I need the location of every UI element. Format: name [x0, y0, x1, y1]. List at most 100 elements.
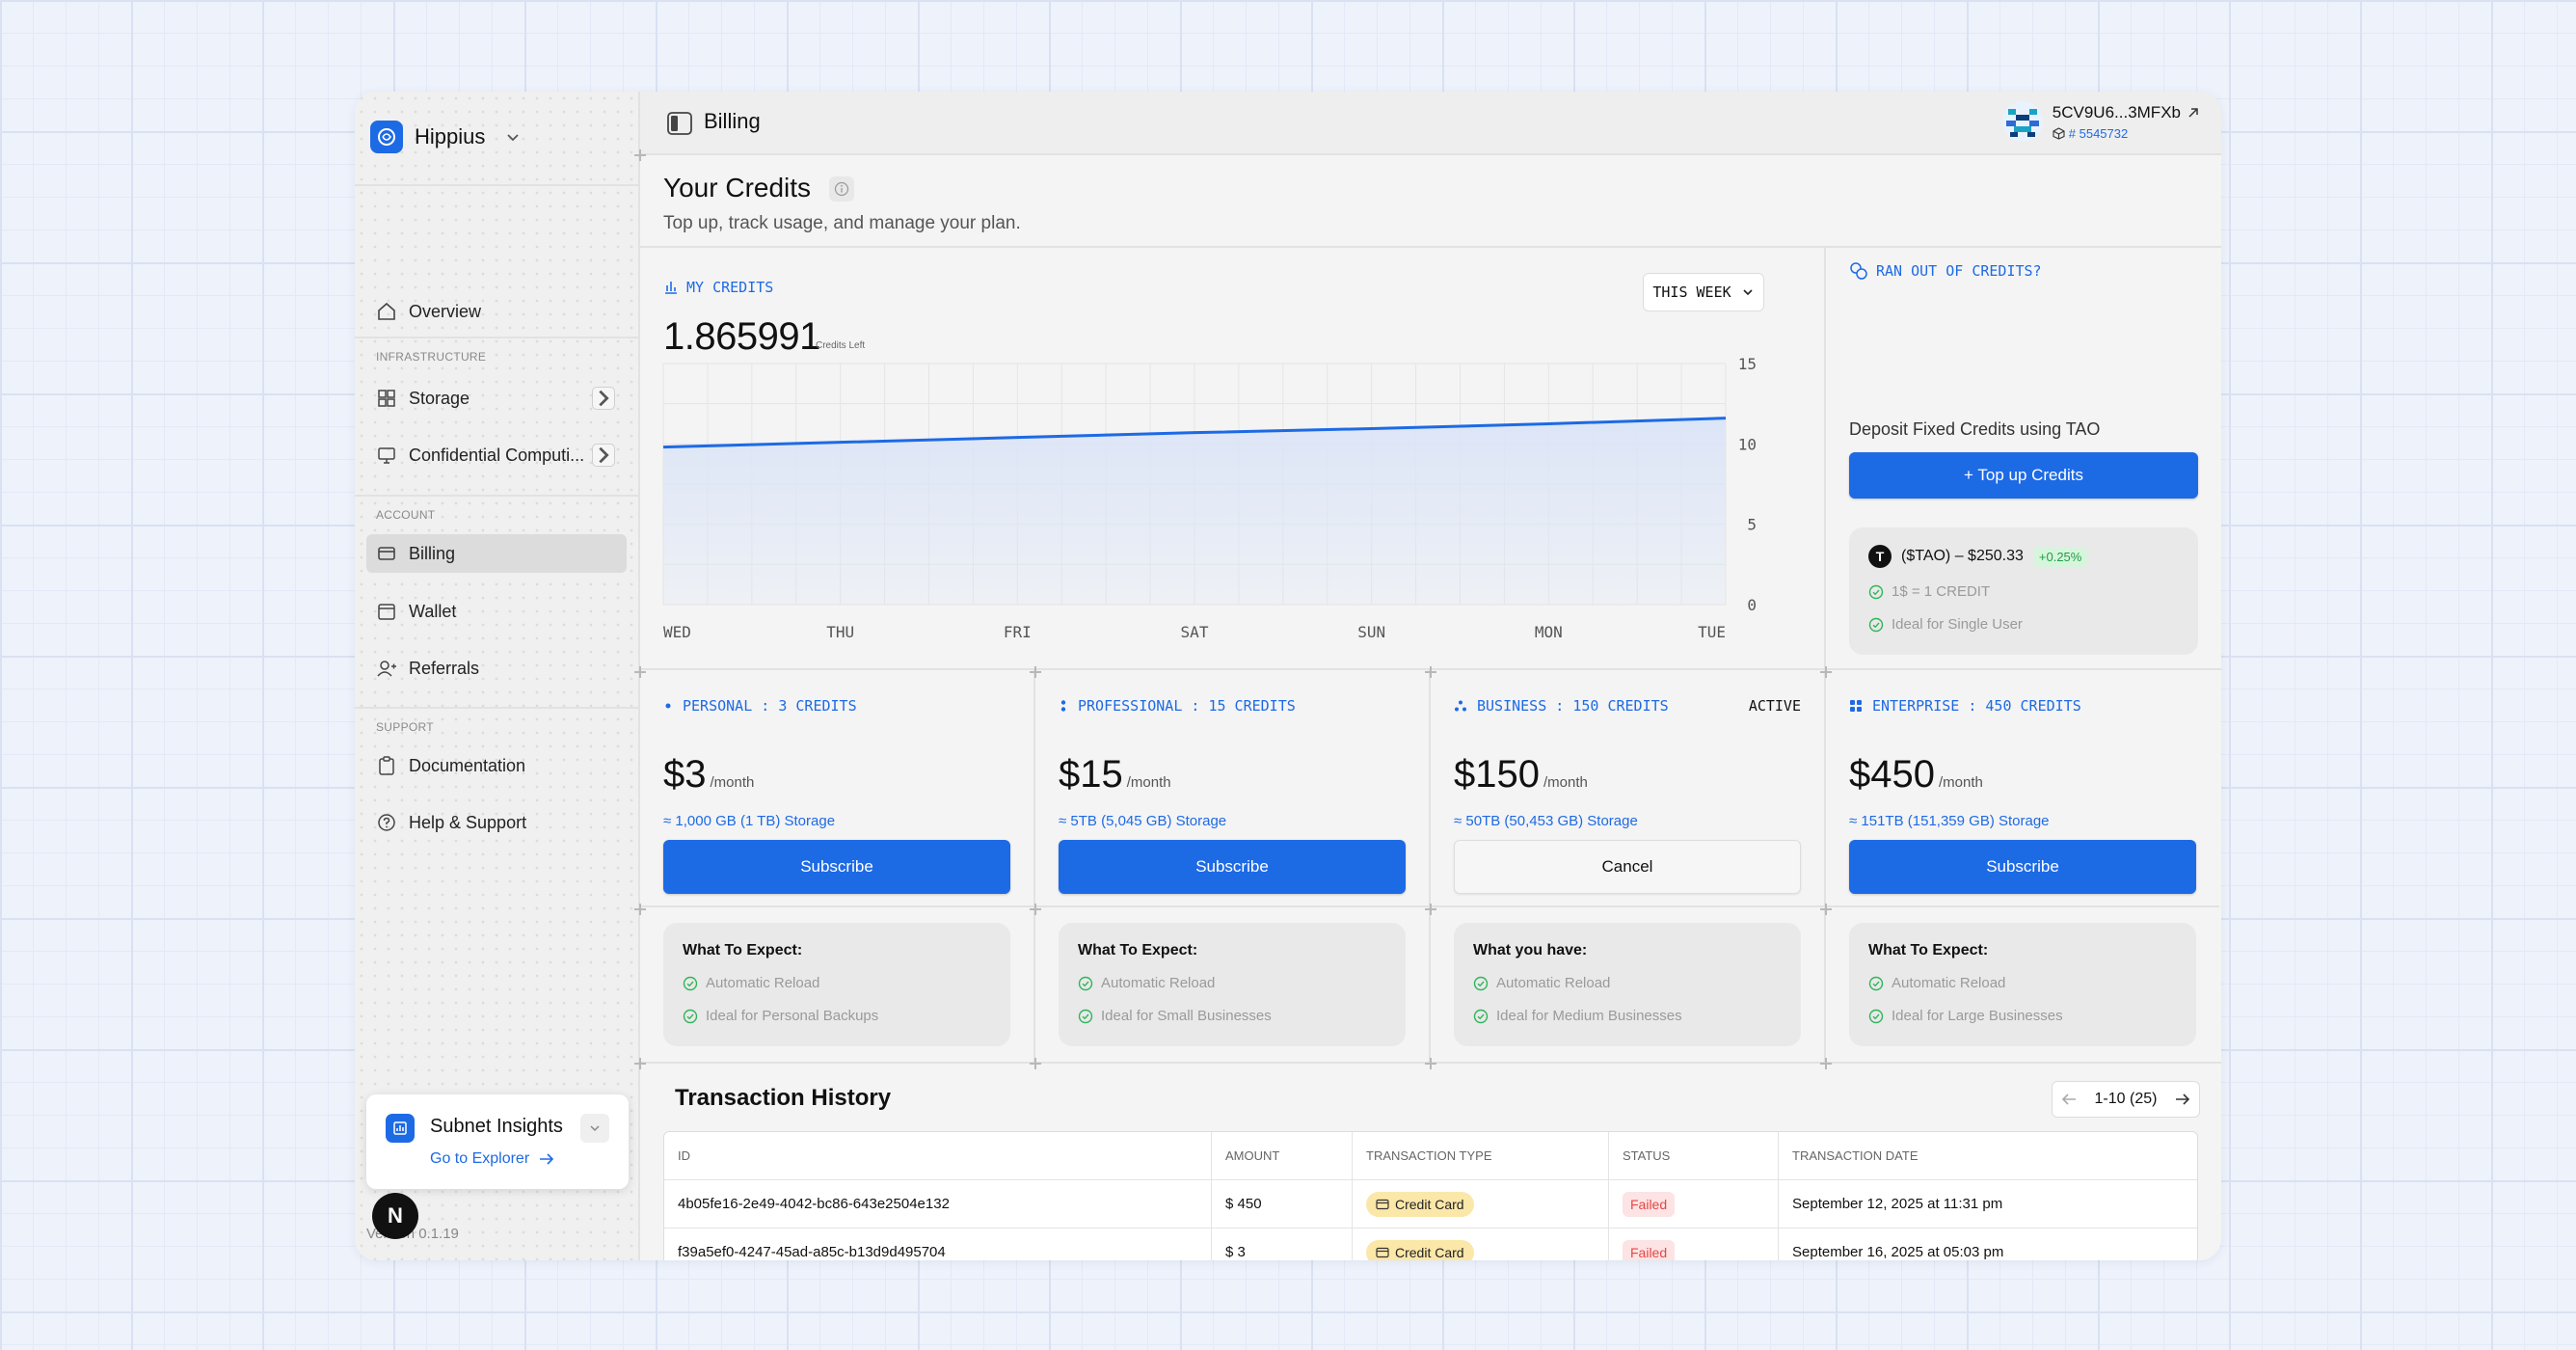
chart-icon: [386, 1114, 415, 1143]
user-menu[interactable]: 5CV9U6...3MFXb # 5545732: [2001, 101, 2200, 142]
data-point[interactable]: [1193, 431, 1196, 435]
plan-storage: ≈ 151TB (151,359 GB) Storage: [1849, 813, 2050, 829]
time-range-select[interactable]: THIS WEEK: [1643, 273, 1764, 311]
tao-price: ($TAO) – $250.33: [1901, 548, 2024, 564]
dev-badge[interactable]: N: [372, 1193, 418, 1239]
column-header[interactable]: AMOUNT: [1212, 1132, 1353, 1179]
grid-cross: [1820, 1058, 1832, 1069]
x-tick-label: THU: [826, 623, 854, 641]
plan-storage: ≈ 5TB (5,045 GB) Storage: [1059, 813, 1227, 829]
active-badge: ACTIVE: [1748, 697, 1801, 715]
check-circle-icon: [1868, 976, 1884, 990]
pagination-label: 1-10 (25): [2094, 1091, 2158, 1107]
chevron-right-icon[interactable]: [592, 444, 615, 467]
transaction-history: Transaction History 1-10 (25) ID AMOUNT …: [640, 1064, 2221, 1260]
help-icon: [378, 814, 395, 831]
sidebar-item-label: Billing: [409, 543, 456, 563]
plan-price: $150/month: [1454, 753, 1588, 796]
credits-header: Your Credits Top up, track usage, and ma…: [640, 155, 2221, 248]
account-id: # 5545732: [2068, 125, 2129, 141]
plans-grid: PERSONAL : 3 CREDITS $3/month ≈ 1,000 GB…: [640, 668, 2221, 1064]
feature-line: Ideal for Single User: [1868, 616, 2023, 633]
sidebar-item-documentation[interactable]: Documentation: [366, 746, 627, 785]
section-support: SUPPORT: [376, 720, 434, 734]
check-circle-icon: [1868, 617, 1884, 632]
plan-price: $15/month: [1059, 753, 1171, 796]
sidebar-item-billing[interactable]: Billing: [366, 534, 627, 573]
transaction-id: 4b05fe16-2e49-4042-bc86-643e2504e132: [664, 1180, 1212, 1228]
go-to-explorer-link[interactable]: Go to Explorer: [430, 1150, 554, 1168]
sidebar-item-overview[interactable]: Overview: [366, 292, 627, 331]
plan-dot-icon: [665, 703, 671, 709]
data-point[interactable]: [1546, 422, 1550, 426]
credit-card-icon: [1376, 1247, 1389, 1257]
check-circle-icon: [1473, 1009, 1489, 1023]
app-window: Hippius Overview INFRASTRUCTURE Storage …: [355, 92, 2221, 1260]
transaction-id: f39a5ef0-4247-45ad-a85c-b13d9d495704: [664, 1228, 1212, 1260]
subnet-insights-card: Subnet Insights Go to Explorer: [366, 1094, 629, 1189]
status-badge: Failed: [1623, 1191, 1676, 1217]
arrow-right-icon[interactable]: [2175, 1093, 2190, 1106]
subscribe-button[interactable]: Subscribe: [1059, 840, 1406, 894]
data-point[interactable]: [839, 441, 843, 445]
sidebar-item-wallet[interactable]: Wallet: [366, 592, 627, 631]
data-point[interactable]: [1370, 427, 1374, 431]
table-row[interactable]: f39a5ef0-4247-45ad-a85c-b13d9d495704 $ 3…: [664, 1228, 2197, 1260]
plan-label: BUSINESS : 150 CREDITS: [1454, 697, 1669, 715]
x-tick-label: SAT: [1181, 623, 1209, 641]
arrow-left-icon[interactable]: [2061, 1093, 2077, 1106]
check-circle-icon: [1078, 976, 1093, 990]
sidebar-item-label: Confidential Computi...: [409, 445, 585, 465]
workspace-switcher[interactable]: Hippius: [370, 105, 523, 169]
chevron-down-icon[interactable]: [580, 1114, 609, 1143]
divider: [355, 337, 640, 338]
x-tick-label: WED: [663, 623, 691, 641]
external-link-icon[interactable]: [2187, 106, 2200, 120]
column-header[interactable]: ID: [664, 1132, 1212, 1179]
table-row[interactable]: 4b05fe16-2e49-4042-bc86-643e2504e132 $ 4…: [664, 1180, 2197, 1228]
sidebar-item-confidential-computing[interactable]: Confidential Computi...: [366, 436, 627, 474]
plan-expectations: What To Expect: Automatic Reload Ideal f…: [1059, 923, 1406, 1046]
plan-label: PROFESSIONAL : 15 CREDITS: [1059, 697, 1296, 715]
subscribe-button[interactable]: Subscribe: [663, 840, 1010, 894]
cancel-button[interactable]: Cancel: [1454, 840, 1801, 894]
grid-cross: [634, 1058, 646, 1069]
deposit-text: Deposit Fixed Credits using TAO: [1849, 419, 2101, 439]
data-point[interactable]: [661, 446, 665, 449]
chevron-down-icon: [1743, 289, 1753, 296]
go-to-explorer-label: Go to Explorer: [430, 1150, 530, 1167]
data-point[interactable]: [1724, 417, 1728, 420]
sidebar-toggle-icon[interactable]: [667, 112, 692, 135]
y-tick-label: 15: [1738, 355, 1757, 373]
sidebar-item-storage[interactable]: Storage: [366, 379, 627, 418]
transaction-type-badge: Credit Card: [1366, 1191, 1474, 1217]
section-account: ACCOUNT: [376, 508, 436, 522]
column-header[interactable]: STATUS: [1609, 1132, 1779, 1179]
monitor-icon: [378, 447, 395, 464]
column-header[interactable]: TRANSACTION DATE: [1779, 1132, 2197, 1179]
bar-chart-icon: [665, 282, 677, 294]
sidebar-item-help-support[interactable]: Help & Support: [366, 803, 627, 842]
brand-name: Hippius: [415, 124, 486, 148]
series-area: [663, 418, 1726, 605]
plan-card-personal: PERSONAL : 3 CREDITS $3/month ≈ 1,000 GB…: [640, 670, 1035, 1064]
avatar: [2001, 101, 2043, 142]
top-up-credits-button[interactable]: + Top up Credits: [1849, 452, 2198, 499]
info-icon[interactable]: [829, 176, 854, 202]
tao-logo-icon: T: [1868, 545, 1892, 568]
y-tick-label: 10: [1738, 435, 1757, 453]
table-header-row: ID AMOUNT TRANSACTION TYPE STATUS TRANSA…: [664, 1132, 2197, 1180]
column-header[interactable]: TRANSACTION TYPE: [1353, 1132, 1609, 1179]
out-of-credits-label: RAN OUT OF CREDITS?: [1849, 261, 2042, 281]
sidebar-item-label: Referrals: [409, 658, 480, 678]
sidebar-item-referrals[interactable]: Referrals: [366, 649, 627, 688]
subscribe-button[interactable]: Subscribe: [1849, 840, 2196, 894]
tao-change-badge: +0.25%: [2032, 546, 2088, 567]
feature-line: Automatic Reload: [1473, 975, 1610, 991]
arrow-right-icon: [540, 1153, 554, 1165]
feature-line: 1$ = 1 CREDIT: [1868, 583, 1990, 600]
chevron-right-icon[interactable]: [592, 387, 615, 410]
plan-storage: ≈ 1,000 GB (1 TB) Storage: [663, 813, 836, 829]
grid-cross: [1820, 904, 1832, 915]
data-point[interactable]: [1015, 436, 1019, 440]
